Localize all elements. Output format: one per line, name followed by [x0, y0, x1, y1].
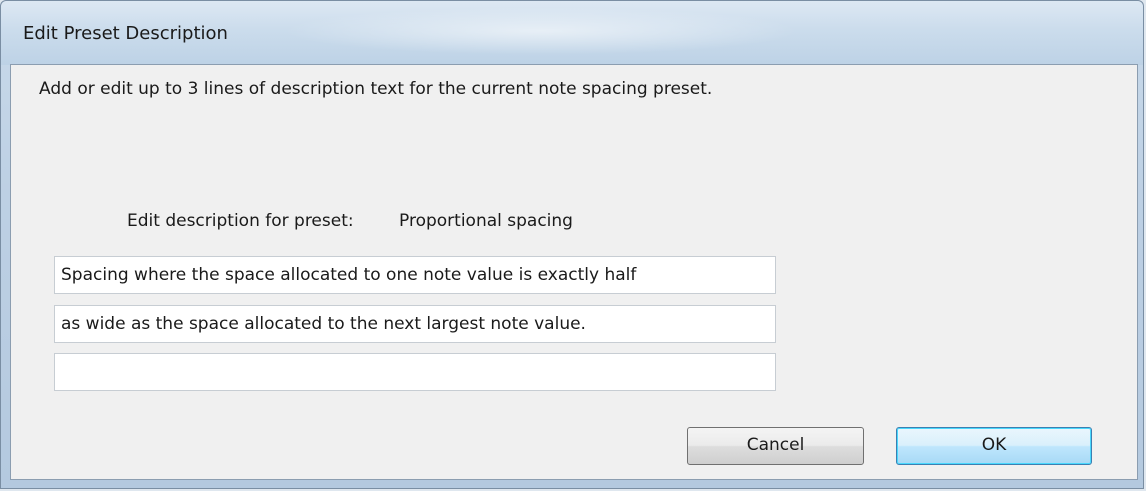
description-line-3-field[interactable]: [54, 353, 776, 391]
title-bar-glow: [281, 7, 801, 55]
dialog-content: Add or edit up to 3 lines of description…: [10, 64, 1138, 480]
preset-label: Edit description for preset:: [127, 211, 354, 231]
ok-button[interactable]: OK: [896, 427, 1092, 465]
cancel-button[interactable]: Cancel: [687, 427, 864, 465]
title-bar[interactable]: Edit Preset Description: [1, 1, 1143, 65]
dialog-window: Edit Preset Description Add or edit up t…: [0, 0, 1144, 489]
window-title: Edit Preset Description: [23, 23, 228, 44]
instruction-text: Add or edit up to 3 lines of description…: [39, 79, 713, 99]
preset-name: Proportional spacing: [399, 211, 573, 231]
description-line-2-field[interactable]: as wide as the space allocated to the ne…: [54, 305, 776, 343]
description-line-1-field[interactable]: Spacing where the space allocated to one…: [54, 256, 776, 294]
